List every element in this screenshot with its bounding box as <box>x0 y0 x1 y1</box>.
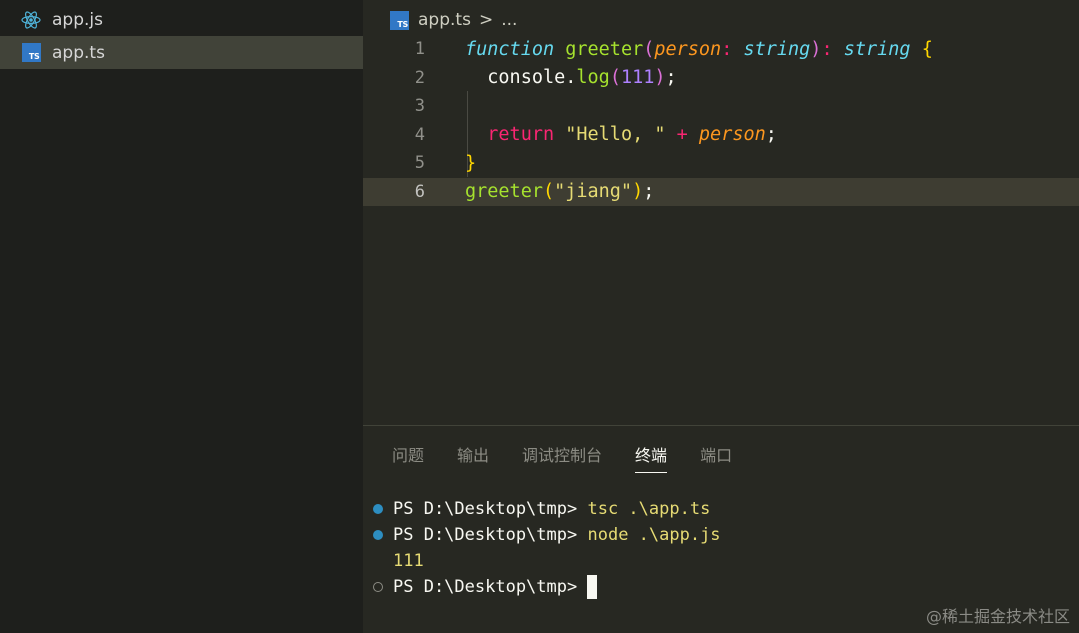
breadcrumb-more[interactable]: ... <box>501 10 517 30</box>
command-idle-dot-icon <box>373 582 383 592</box>
command-success-dot-icon[interactable] <box>373 504 383 514</box>
explorer-sidebar: app.js TS app.ts <box>0 0 363 633</box>
line-number: 4 <box>414 124 425 145</box>
file-item-app-js[interactable]: app.js <box>0 3 363 36</box>
file-name: app.ts <box>52 42 105 63</box>
code-line-3[interactable]: 3 <box>363 92 1079 120</box>
tab-output[interactable]: 输出 <box>457 442 489 472</box>
terminal-cursor <box>587 575 598 599</box>
line-number: 6 <box>414 181 425 202</box>
breadcrumb-file[interactable]: app.ts <box>418 10 471 30</box>
line-number: 1 <box>414 39 425 59</box>
code-line-6[interactable]: 6 greeter("jiang"); <box>363 177 1079 206</box>
file-name: app.js <box>52 9 103 30</box>
tab-problems[interactable]: 问题 <box>392 442 424 472</box>
code-line-1[interactable]: 1 function greeter(person: string): stri… <box>363 35 1079 63</box>
tab-debug-console[interactable]: 调试控制台 <box>522 442 602 472</box>
tab-ports[interactable]: 端口 <box>700 442 732 472</box>
code-editor[interactable]: TS app.ts > ... 1 function greeter(perso… <box>363 0 1079 425</box>
code-line-5[interactable]: 5 } <box>363 149 1079 177</box>
line-number: 2 <box>414 67 425 88</box>
chevron-right-icon: > <box>478 10 494 30</box>
watermark: @稀土掘金技术社区 <box>925 607 1070 626</box>
line-number: 5 <box>414 153 425 173</box>
code-line-2[interactable]: 2 console.log(111); <box>363 64 1079 92</box>
code-line-4[interactable]: 4 return "Hello, " + person; <box>363 121 1079 149</box>
line-number: 3 <box>414 96 425 116</box>
typescript-icon: TS <box>390 10 409 30</box>
bottom-panel: 问题 输出 调试控制台 终端 端口 PS D:\Desktop\tmp> tsc… <box>363 425 1079 633</box>
panel-tabs: 问题 输出 调试控制台 终端 端口 <box>392 442 765 473</box>
file-item-app-ts[interactable]: TS app.ts <box>0 36 363 69</box>
command-success-dot-icon[interactable] <box>373 530 383 540</box>
react-icon <box>20 9 42 31</box>
breadcrumb: TS app.ts > ... <box>390 8 517 32</box>
typescript-icon: TS <box>20 42 42 64</box>
tab-terminal[interactable]: 终端 <box>635 442 668 473</box>
